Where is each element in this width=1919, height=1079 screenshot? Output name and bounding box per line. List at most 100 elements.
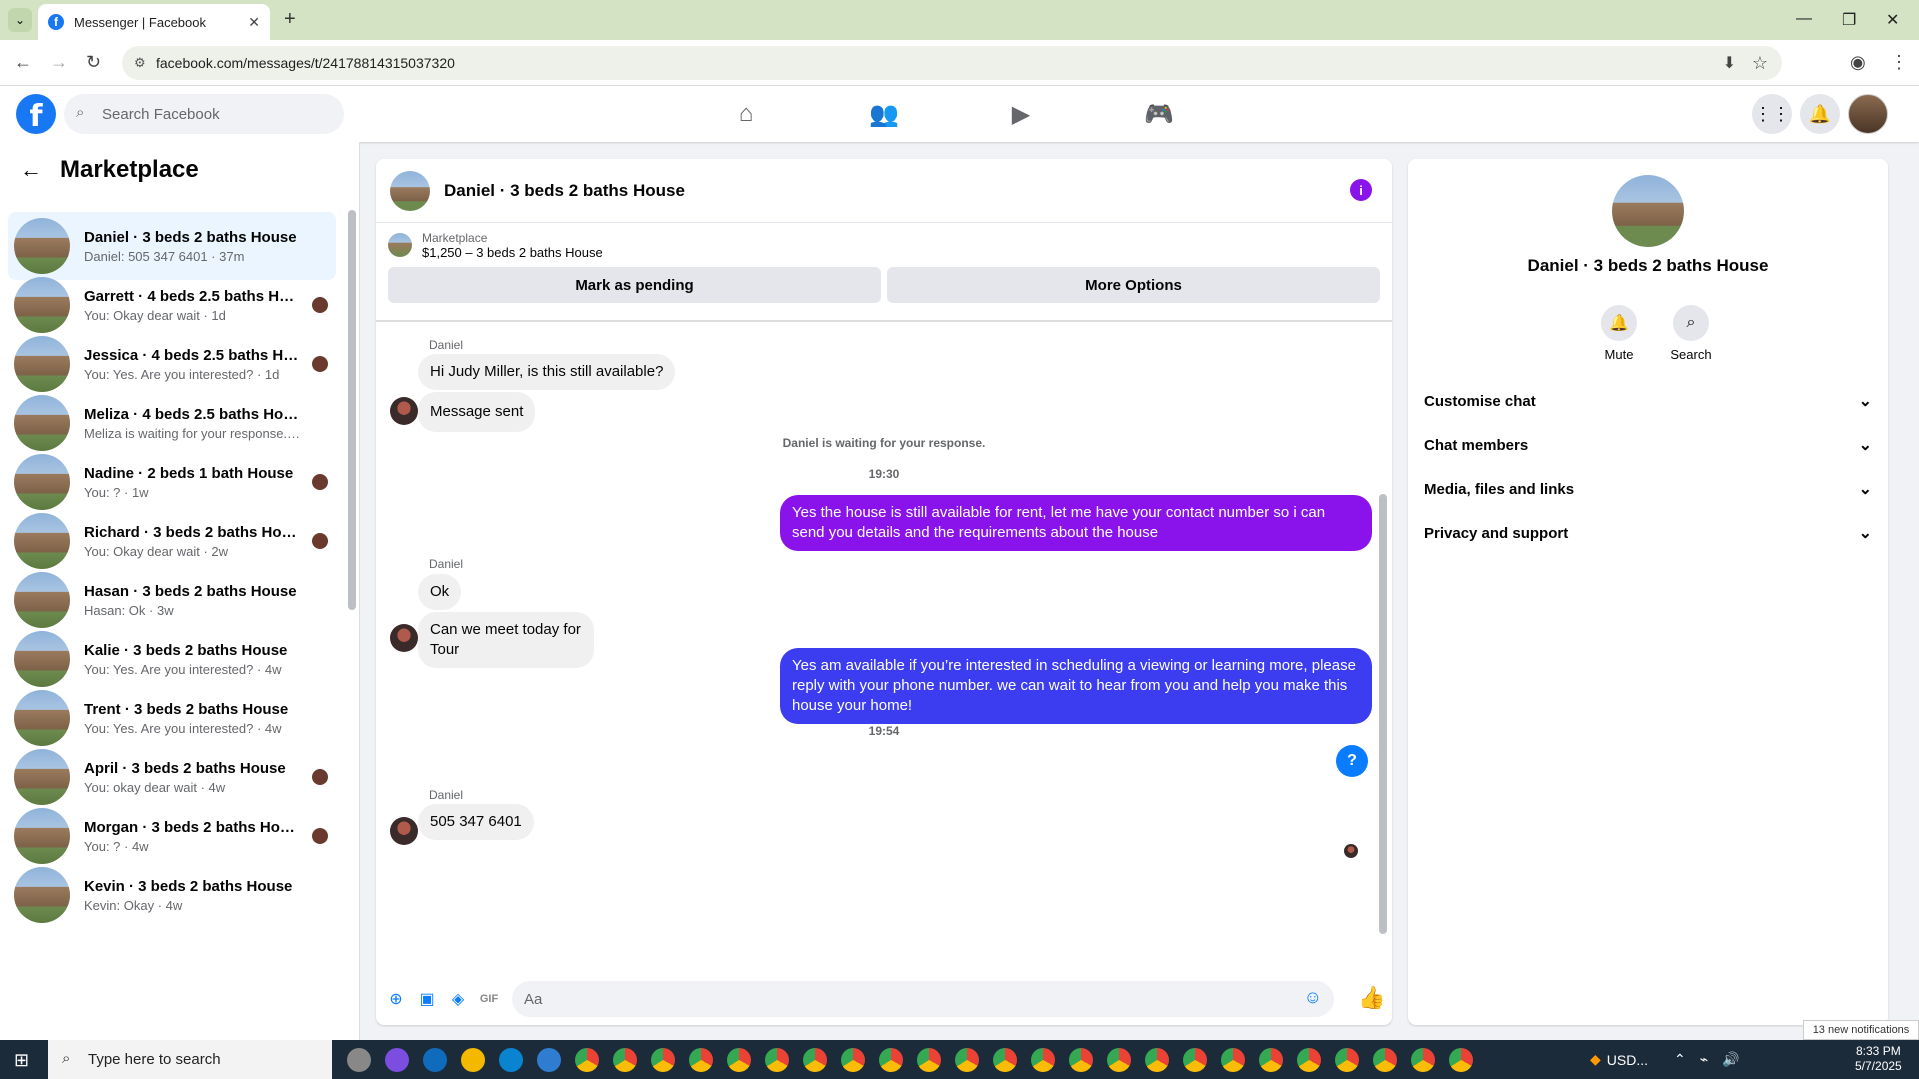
taskbar-app-icon[interactable]: [454, 1040, 492, 1079]
chat-scroll-thumb[interactable]: [1379, 494, 1387, 934]
taskbar-app-icon[interactable]: [834, 1040, 872, 1079]
notifications-toast[interactable]: 13 new notifications: [1803, 1020, 1919, 1040]
install-app-icon[interactable]: ⬇: [1723, 53, 1736, 73]
conversation-item[interactable]: Daniel · 3 beds 2 baths House Daniel: 505…: [8, 212, 336, 280]
address-bar[interactable]: ⚙ facebook.com/messages/t/24178814315037…: [122, 46, 1782, 80]
site-info-icon[interactable]: ⚙: [134, 55, 146, 71]
taskbar-app-icon[interactable]: [1214, 1040, 1252, 1079]
back-arrow-icon[interactable]: ←: [20, 157, 42, 183]
taskbar-app-icon[interactable]: [416, 1040, 454, 1079]
taskbar-app-icon[interactable]: [530, 1040, 568, 1079]
taskbar-app-icon[interactable]: [1404, 1040, 1442, 1079]
sender-avatar[interactable]: [390, 624, 418, 652]
conversation-item[interactable]: Nadine · 2 beds 1 bath House You: ? · 1w: [8, 448, 336, 516]
conversation-item[interactable]: Kevin · 3 beds 2 baths House Kevin: Okay …: [8, 861, 336, 929]
sender-avatar[interactable]: [390, 817, 418, 845]
network-icon[interactable]: ⌁: [1700, 1051, 1708, 1068]
account-avatar[interactable]: [1848, 94, 1888, 134]
taskbar-app-icon[interactable]: [568, 1040, 606, 1079]
friends-icon[interactable]: 👥: [866, 96, 902, 132]
taskbar-app-icon[interactable]: [644, 1040, 682, 1079]
reload-icon[interactable]: ↻: [86, 52, 101, 73]
plus-icon[interactable]: ⊕: [384, 987, 408, 1011]
minimize-icon[interactable]: —: [1796, 10, 1812, 28]
conversation-item[interactable]: Kalie · 3 beds 2 baths House You: Yes. Ar…: [8, 625, 336, 693]
tray-chevron-icon[interactable]: ⌃: [1674, 1051, 1686, 1068]
conversation-item[interactable]: Trent · 3 beds 2 baths House You: Yes. Ar…: [8, 684, 336, 752]
chat-title[interactable]: Daniel · 3 beds 2 baths House: [444, 181, 685, 201]
sticker-icon[interactable]: ◈: [446, 987, 470, 1011]
thumbs-up-icon[interactable]: 👍: [1358, 985, 1385, 1011]
chat-scrollbar[interactable]: [1379, 334, 1387, 954]
conversation-item[interactable]: Jessica · 4 beds 2.5 baths House You: Yes…: [8, 330, 336, 398]
browser-tab[interactable]: f Messenger | Facebook ✕: [38, 4, 270, 40]
taskbar-app-icon[interactable]: [796, 1040, 834, 1079]
taskbar-app-icon[interactable]: [758, 1040, 796, 1079]
windows-start-icon[interactable]: ⊞: [14, 1050, 29, 1071]
more-options-button[interactable]: More Options: [887, 267, 1380, 303]
customise-chat-row[interactable]: Customise chat ⌄: [1424, 379, 1872, 423]
facebook-search-input[interactable]: ⌕ Search Facebook: [64, 94, 344, 134]
close-window-icon[interactable]: ✕: [1886, 10, 1899, 30]
taskbar-app-icon[interactable]: [986, 1040, 1024, 1079]
taskbar-clock[interactable]: 8:33 PM 5/7/2025: [1855, 1044, 1902, 1074]
sender-avatar[interactable]: [390, 397, 418, 425]
incoming-message[interactable]: Ok: [418, 574, 462, 610]
conversation-item[interactable]: Meliza · 4 beds 2.5 baths House Meliza is…: [8, 389, 336, 457]
outgoing-message[interactable]: ?: [1336, 745, 1368, 777]
forward-icon[interactable]: →: [50, 52, 68, 73]
incoming-message[interactable]: Hi Judy Miller, is this still available?: [418, 354, 676, 390]
taskbar-search-input[interactable]: ⌕ Type here to search: [48, 1040, 332, 1079]
privacy-support-row[interactable]: Privacy and support ⌄: [1424, 511, 1872, 555]
chat-members-row[interactable]: Chat members ⌄: [1424, 423, 1872, 467]
incoming-message[interactable]: Can we meet today for Tour: [418, 612, 594, 668]
restore-icon[interactable]: ❐: [1842, 10, 1856, 30]
outgoing-message[interactable]: Yes am available if you’re interested in…: [780, 648, 1372, 724]
taskbar-app-icon[interactable]: [872, 1040, 910, 1079]
info-icon[interactable]: i: [1350, 179, 1372, 201]
conversation-item[interactable]: Morgan · 3 beds 2 baths House You: ? · 4w: [8, 802, 336, 870]
chat-avatar[interactable]: [390, 170, 430, 211]
taskbar-app-icon[interactable]: [1366, 1040, 1404, 1079]
video-icon[interactable]: ▶: [1003, 96, 1039, 132]
taskbar-app-icon[interactable]: [606, 1040, 644, 1079]
taskbar-app-icon[interactable]: [1176, 1040, 1214, 1079]
marketplace-listing[interactable]: Marketplace $1,250 – 3 beds 2 baths Hous…: [376, 223, 1392, 267]
taskbar-app-icon[interactable]: [682, 1040, 720, 1079]
outgoing-message[interactable]: Yes the house is still available for ren…: [780, 495, 1372, 551]
incoming-message[interactable]: Message sent: [418, 392, 536, 432]
taskbar-app-icon[interactable]: [910, 1040, 948, 1079]
taskbar-app-icon[interactable]: [378, 1040, 416, 1079]
media-files-links-row[interactable]: Media, files and links ⌄: [1424, 467, 1872, 511]
currency-widget[interactable]: USD...: [1607, 1052, 1648, 1068]
photo-icon[interactable]: ▣: [415, 987, 439, 1011]
bookmark-star-icon[interactable]: ☆: [1752, 53, 1768, 74]
conversation-item[interactable]: April · 3 beds 2 baths House You: okay de…: [8, 743, 336, 811]
taskbar-app-icon[interactable]: [1100, 1040, 1138, 1079]
taskbar-app-icon[interactable]: [720, 1040, 758, 1079]
taskbar-app-icon[interactable]: [492, 1040, 530, 1079]
mute-button[interactable]: 🔔 Mute: [1589, 305, 1649, 362]
sidebar-scrollbar[interactable]: [348, 210, 356, 610]
taskbar-app-icon[interactable]: [1290, 1040, 1328, 1079]
taskbar-app-icon[interactable]: [340, 1040, 378, 1079]
currency-widget-icon[interactable]: ◆: [1590, 1051, 1601, 1068]
conversation-item[interactable]: Hasan · 3 beds 2 baths House Hasan: Ok · …: [8, 566, 336, 634]
conversation-item[interactable]: Richard · 3 beds 2 baths House You: Okay …: [8, 507, 336, 575]
gif-icon[interactable]: GIF: [477, 987, 501, 1011]
taskbar-app-icon[interactable]: [1442, 1040, 1480, 1079]
menu-grid-icon[interactable]: ⋮⋮: [1752, 94, 1792, 134]
back-icon[interactable]: ←: [14, 52, 32, 73]
message-input[interactable]: Aa ☺: [512, 981, 1334, 1017]
notifications-bell-icon[interactable]: 🔔: [1800, 94, 1840, 134]
browser-menu-icon[interactable]: ⋮: [1890, 52, 1908, 73]
conversation-item[interactable]: Garrett · 4 beds 2.5 baths House You: Oka…: [8, 271, 336, 339]
gaming-icon[interactable]: 🎮: [1141, 96, 1177, 132]
incoming-message[interactable]: 505 347 6401: [418, 804, 534, 840]
details-avatar[interactable]: [1612, 175, 1684, 247]
taskbar-app-icon[interactable]: [948, 1040, 986, 1079]
new-tab-button[interactable]: +: [284, 8, 296, 31]
volume-icon[interactable]: 🔊: [1722, 1051, 1739, 1068]
close-tab-icon[interactable]: ✕: [248, 14, 260, 31]
emoji-icon[interactable]: ☺: [1304, 987, 1322, 1008]
